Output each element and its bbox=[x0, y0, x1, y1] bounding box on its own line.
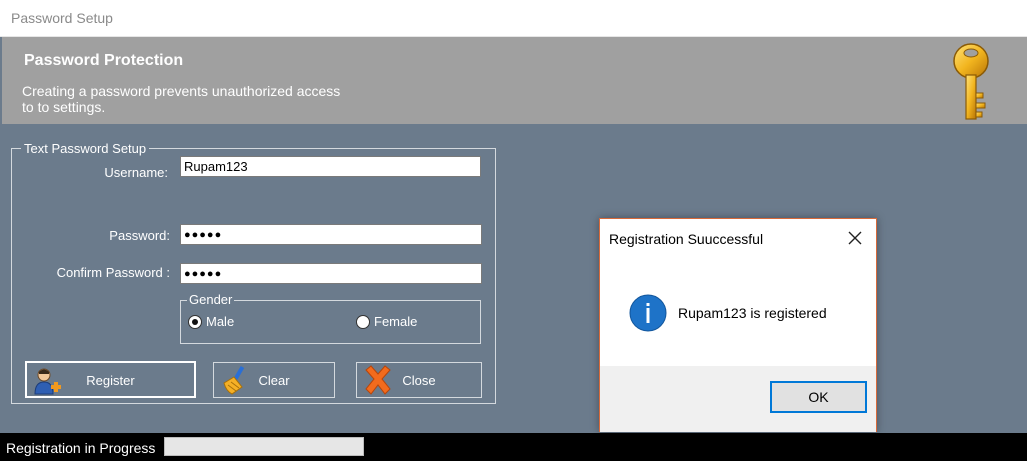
dialog-title: Registration Suuccessful bbox=[609, 231, 764, 247]
dialog-message: Rupam123 is registered bbox=[678, 305, 827, 321]
gender-male-label: Male bbox=[206, 314, 235, 329]
status-bar: Registration in Progress bbox=[0, 433, 1027, 461]
close-button[interactable]: Close bbox=[356, 362, 482, 398]
gender-female-label: Female bbox=[374, 314, 418, 329]
registration-progress-bar bbox=[164, 437, 364, 456]
dialog-close-icon[interactable] bbox=[844, 227, 866, 249]
window-titlebar: Password Setup bbox=[0, 0, 1027, 37]
username-input[interactable] bbox=[180, 156, 481, 177]
close-button-label: Close bbox=[402, 373, 436, 388]
key-icon bbox=[953, 43, 989, 120]
radio-unchecked-icon bbox=[356, 314, 370, 329]
info-icon bbox=[629, 294, 667, 332]
ok-button[interactable]: OK bbox=[770, 381, 867, 413]
register-button-label: Register bbox=[86, 373, 135, 388]
password-input[interactable] bbox=[180, 224, 482, 245]
header-title: Password Protection bbox=[24, 52, 184, 69]
registration-dialog: Registration Suuccessful Rupam123 is reg… bbox=[599, 218, 877, 432]
group-title: Text Password Setup bbox=[21, 142, 150, 155]
header-description: Creating a password prevents unauthorize… bbox=[22, 83, 341, 115]
gender-title: Gender bbox=[187, 292, 235, 307]
status-text: Registration in Progress bbox=[6, 440, 156, 456]
radio-checked-icon bbox=[188, 314, 202, 329]
gender-male-radio[interactable]: Male bbox=[188, 314, 234, 329]
username-label: Username: bbox=[104, 165, 168, 180]
confirm-password-input[interactable] bbox=[180, 263, 482, 284]
gender-female-radio[interactable]: Female bbox=[356, 314, 417, 329]
clear-button-label: Clear bbox=[258, 373, 290, 388]
password-label: Password: bbox=[109, 228, 170, 243]
clear-button[interactable]: Clear bbox=[213, 362, 335, 398]
register-button[interactable]: Register bbox=[25, 361, 196, 398]
header-banner: Password Protection Creating a password … bbox=[2, 37, 1027, 124]
confirm-password-label: Confirm Password : bbox=[56, 265, 170, 280]
window-title: Password Setup bbox=[11, 10, 113, 26]
